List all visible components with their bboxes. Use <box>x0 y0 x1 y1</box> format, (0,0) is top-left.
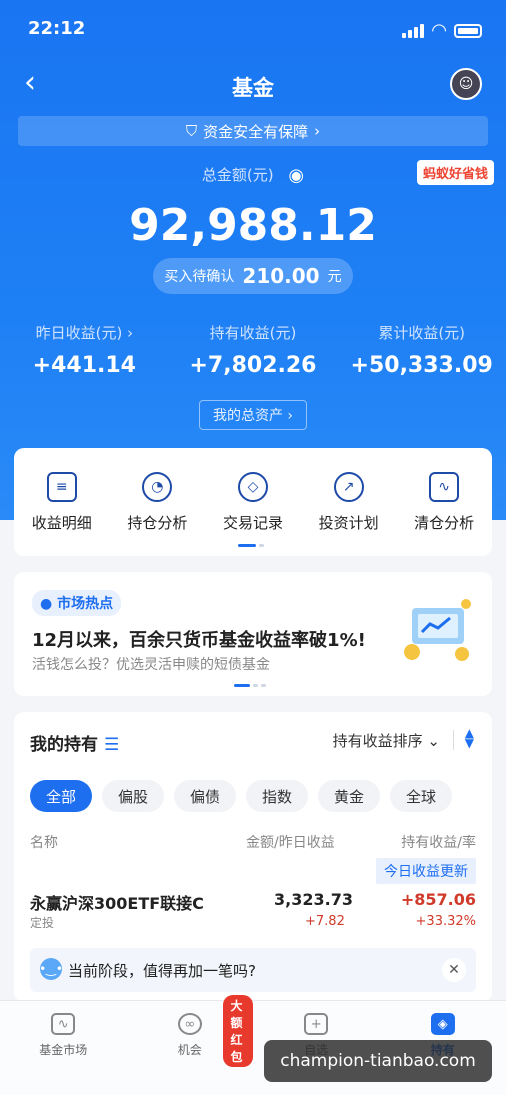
stat-yesterday[interactable]: 昨日收益(元) › +441.14 <box>0 322 169 378</box>
tool-clearance-analysis[interactable]: ∿ 清仓分析 <box>396 472 492 556</box>
chip-bond[interactable]: 偏债 <box>174 780 236 812</box>
stat-value: +441.14 <box>32 353 136 378</box>
status-indicators: ◠ <box>402 20 482 41</box>
holdings-card: 我的持有 ☰ 持有收益排序 ⌄ ▲ ▼ 全部 偏股 偏债 指数 黄金 全球 名称 金… <box>14 712 492 1002</box>
tool-label: 投资计划 <box>318 514 379 532</box>
chip-equity[interactable]: 偏股 <box>102 780 164 812</box>
trend-icon: ↗ <box>333 472 364 502</box>
wifi-icon: ◠ <box>432 20 446 41</box>
update-badge: 今日收益更新 <box>376 858 476 884</box>
pending-pill[interactable]: 买入待确认 210.00 元 <box>153 258 353 294</box>
fund-yesterday: +7.82 <box>305 914 345 929</box>
chip-global[interactable]: 全球 <box>390 780 452 812</box>
battery-icon <box>454 23 482 38</box>
market-headline: 12月以来，百余只货币基金收益率破1%! <box>32 630 366 651</box>
stat-holding: 持有收益(元) +7,802.26 <box>169 322 338 378</box>
tool-position-analysis[interactable]: ◔ 持仓分析 <box>110 472 206 556</box>
pending-label: 买入待确认 <box>164 269 235 285</box>
chip-index[interactable]: 指数 <box>246 780 308 812</box>
fund-rate: +33.32% <box>415 914 476 929</box>
safety-text: 资金安全有保障 <box>203 122 309 141</box>
market-pager <box>234 684 266 687</box>
tab-label: 机会 <box>177 1043 202 1057</box>
shield-icon: ⛉ <box>185 122 198 140</box>
market-subtitle: 活钱怎么投？优选灵活申赎的短债基金 <box>32 657 270 673</box>
watermark: champion-tianbao.com <box>264 1040 492 1082</box>
safety-banner[interactable]: ⛉ 资金安全有保障 › <box>18 116 488 146</box>
stat-label: 昨日收益(元) › <box>35 324 134 342</box>
opportunity-icon: ∞ <box>177 1013 202 1035</box>
my-assets-button[interactable]: 我的总资产 › <box>199 400 307 430</box>
stat-value: +7,802.26 <box>189 353 317 378</box>
sort-dropdown[interactable]: 持有收益排序 ⌄ <box>333 730 440 751</box>
tool-label: 收益明细 <box>31 514 92 532</box>
earnings-stats: 昨日收益(元) › +441.14 持有收益(元) +7,802.26 累计收益… <box>0 322 506 378</box>
chevron-right-icon: › <box>314 122 321 140</box>
favorites-icon: + <box>304 1013 329 1035</box>
col-profit: 持有收益/率 <box>401 835 476 851</box>
total-label: 总金额(元) <box>201 166 274 184</box>
total-amount: 92,988.12 <box>129 200 377 251</box>
nav-bar: ‹ 基金 ☺ <box>0 64 506 108</box>
stat-cumulative: 累计收益(元) +50,333.09 <box>337 322 506 378</box>
pie-chart-icon: ◔ <box>142 472 173 502</box>
signal-icon <box>402 23 425 38</box>
tab-fund-market[interactable]: ∿ 基金市场 <box>0 1001 127 1095</box>
avatar[interactable]: ☺ <box>450 68 482 100</box>
tab-opportunity[interactable]: 大额红包 ∞ 机会 <box>127 995 253 1095</box>
receipt-icon: ≡ <box>46 472 77 502</box>
tab-label: 基金市场 <box>39 1043 88 1057</box>
promo-badge[interactable]: 蚂蚁好省钱 <box>416 160 494 185</box>
market-icon: ∿ <box>51 1013 76 1035</box>
analysis-icon: ∿ <box>429 472 460 502</box>
market-tag: ● 市场热点 <box>32 590 122 616</box>
fund-name: 永赢沪深300ETF联接C <box>30 894 204 913</box>
pending-amount: 210.00 <box>242 264 320 288</box>
col-amount: 金额/昨日收益 <box>246 835 335 851</box>
tool-label: 交易记录 <box>222 514 283 532</box>
stat-label: 累计收益(元) <box>378 324 466 342</box>
chevron-down-icon: ⌄ <box>427 732 440 750</box>
robot-icon: •‿• <box>39 958 63 980</box>
sort-toggle-icon[interactable]: ▲ ▼ <box>465 727 474 749</box>
promo-badge: 大额红包 <box>222 995 253 1067</box>
market-hotspot-card[interactable]: ● 市场热点 12月以来，百余只货币基金收益率破1%! 活钱怎么投？优选灵活申赎… <box>14 572 492 696</box>
holdings-title: 我的持有 ☰ <box>30 735 120 755</box>
advice-tip[interactable]: •‿• 当前阶段，值得再加一笔吗? ✕ <box>30 948 476 992</box>
tool-label: 清仓分析 <box>414 514 475 532</box>
record-icon: ◇ <box>237 472 268 502</box>
tool-earnings-detail[interactable]: ≡ 收益明细 <box>14 472 110 556</box>
stat-value: +50,333.09 <box>350 353 493 378</box>
list-icon[interactable]: ☰ <box>104 735 119 755</box>
fund-tag: 定投 <box>30 916 55 930</box>
pending-unit: 元 <box>327 269 342 285</box>
eye-icon[interactable]: ◉ <box>288 165 304 186</box>
status-time: 22:12 <box>28 18 86 39</box>
stat-label: 持有收益(元) <box>209 324 297 342</box>
tool-grid: ≡ 收益明细 ◔ 持仓分析 ◇ 交易记录 ↗ 投资计划 ∿ 清仓分析 <box>14 448 492 556</box>
status-bar: 22:12 ◠ <box>0 18 506 44</box>
tool-investment-plan[interactable]: ↗ 投资计划 <box>301 472 397 556</box>
divider <box>453 730 454 750</box>
fund-amount: 3,323.73 <box>274 890 353 909</box>
coins-illustration-icon <box>404 599 471 661</box>
chip-all[interactable]: 全部 <box>30 780 92 812</box>
fund-profit: +857.06 <box>400 890 476 909</box>
chip-gold[interactable]: 黄金 <box>318 780 380 812</box>
close-icon[interactable]: ✕ <box>442 958 466 982</box>
tool-label: 持仓分析 <box>127 514 188 532</box>
tip-text: 当前阶段，值得再加一笔吗? <box>68 962 256 980</box>
tool-pager <box>238 544 264 547</box>
page-title: 基金 <box>232 76 274 100</box>
category-chips: 全部 偏股 偏债 指数 黄金 全球 <box>30 780 452 812</box>
col-name: 名称 <box>30 835 58 851</box>
holdings-icon: ◈ <box>430 1013 455 1035</box>
